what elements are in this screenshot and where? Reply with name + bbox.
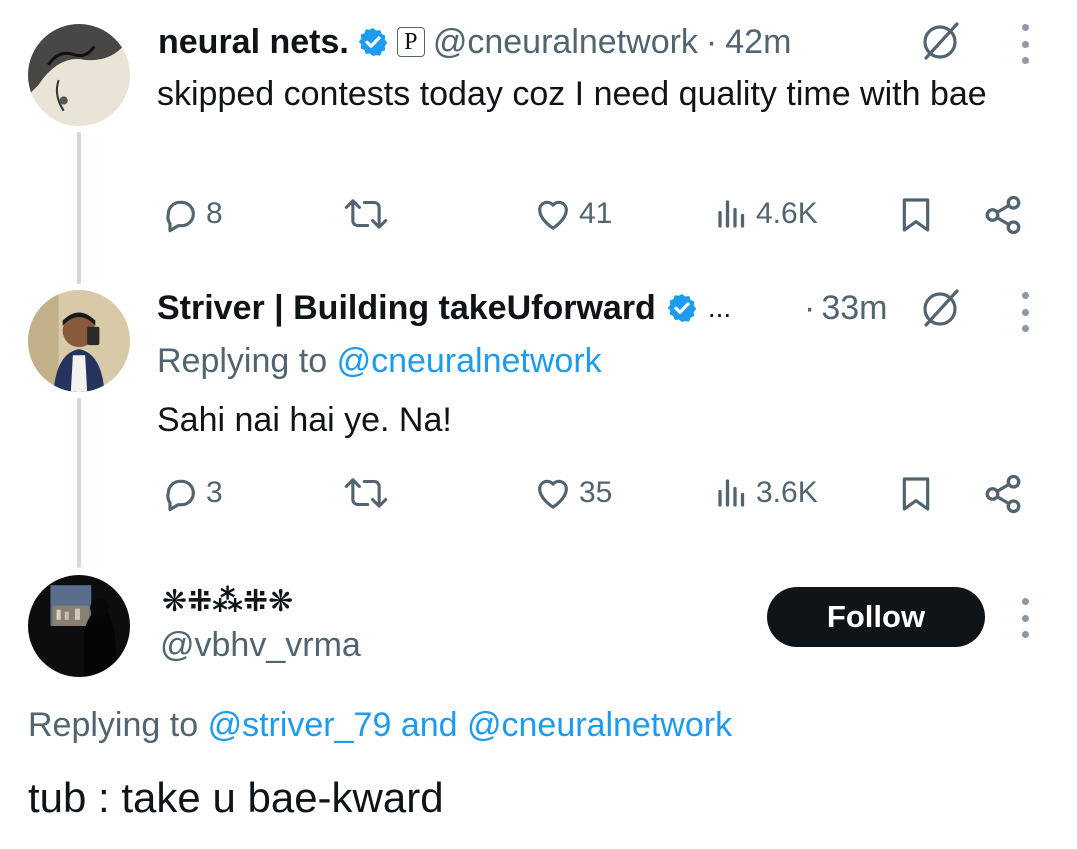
affiliate-badge: P	[396, 27, 425, 57]
reply-button[interactable]: 3	[160, 473, 223, 513]
views-button[interactable]: 4.6K	[714, 194, 818, 234]
author-handle[interactable]: @cneuralnetwork	[433, 23, 698, 62]
tweet-header: neural nets. P @cneuralnetwork · 42m	[158, 22, 791, 62]
replying-to: Replying to @striver_79 and @cneuralnetw…	[28, 706, 732, 745]
reply-icon	[166, 200, 195, 233]
bookmark-icon	[902, 198, 930, 232]
replying-handle[interactable]: @cneuralnetwork	[467, 706, 732, 744]
tweet-text: skipped contests today coz I need qualit…	[157, 75, 987, 113]
more-options-icon[interactable]	[1019, 598, 1031, 638]
grok-icon[interactable]	[920, 287, 962, 329]
views-button[interactable]: 3.6K	[714, 473, 818, 513]
tweet-text: tub : take u bae-kward	[28, 774, 444, 821]
tweet-time: · 33m	[804, 288, 887, 328]
reply-button[interactable]: 8	[160, 194, 223, 234]
bookmark-icon	[902, 477, 930, 511]
separator: ·	[804, 288, 816, 327]
view-count: 4.6K	[756, 197, 818, 230]
follow-button[interactable]: Follow	[767, 587, 985, 647]
name-truncation: ...	[707, 292, 732, 323]
share-button[interactable]	[982, 473, 1024, 515]
heart-icon	[538, 200, 568, 230]
repost-button[interactable]	[343, 473, 389, 513]
more-options-icon[interactable]	[1019, 24, 1031, 64]
view-count: 3.6K	[756, 476, 818, 509]
replying-handle[interactable]: @striver_79	[208, 706, 392, 744]
views-icon	[718, 200, 745, 228]
timestamp[interactable]: 33m	[821, 289, 887, 328]
share-button[interactable]	[982, 194, 1024, 236]
share-icon	[985, 474, 1021, 514]
repost-icon	[344, 478, 388, 508]
author-name[interactable]: Striver | Building takeUforward	[157, 289, 656, 328]
grok-icon[interactable]	[920, 20, 962, 62]
repost-button[interactable]	[343, 194, 389, 234]
timestamp[interactable]: 42m	[725, 23, 791, 62]
avatar[interactable]	[28, 290, 130, 392]
separator: ·	[705, 22, 718, 61]
verified-badge-icon	[357, 26, 389, 58]
author-name[interactable]: ❋⁜⁂⁜❋	[162, 584, 293, 619]
thread-line	[77, 398, 81, 568]
bookmark-button[interactable]	[896, 194, 936, 236]
tweet-text: Sahi nai hai ye. Na!	[157, 401, 452, 439]
verified-badge-icon	[666, 292, 698, 324]
replying-to: Replying to @cneuralnetwork	[157, 342, 602, 381]
like-count: 41	[579, 197, 613, 230]
views-icon	[718, 479, 745, 507]
avatar[interactable]	[28, 575, 130, 677]
like-button[interactable]: 41	[533, 194, 612, 234]
thread-line	[77, 132, 81, 284]
reply-icon	[166, 479, 195, 512]
replying-handle[interactable]: @cneuralnetwork	[337, 342, 602, 380]
repost-icon	[344, 199, 388, 229]
replying-prefix: Replying to	[28, 706, 199, 744]
heart-icon	[538, 479, 568, 509]
replying-and: and	[400, 706, 458, 744]
more-options-icon[interactable]	[1019, 292, 1031, 332]
reply-count: 3	[206, 476, 223, 509]
like-count: 35	[579, 476, 613, 509]
like-button[interactable]: 35	[533, 473, 612, 513]
reply-count: 8	[206, 197, 223, 230]
replying-prefix: Replying to	[157, 342, 328, 380]
tweet-header: Striver | Building takeUforward ...	[157, 288, 731, 328]
share-icon	[985, 195, 1021, 235]
author-handle[interactable]: @vbhv_vrma	[160, 626, 361, 665]
author-name[interactable]: neural nets.	[158, 23, 349, 62]
bookmark-button[interactable]	[896, 473, 936, 515]
avatar[interactable]	[28, 24, 130, 126]
